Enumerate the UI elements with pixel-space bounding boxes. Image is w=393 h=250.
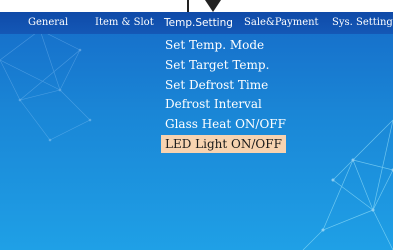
tab-sys-setting[interactable]: Sys. Setting (332, 12, 393, 34)
tab-item-slot[interactable]: Item & Slot (95, 12, 154, 34)
tab-general[interactable]: General (28, 12, 68, 34)
menu-item-set-defrost-time[interactable]: Set Defrost Time (161, 76, 321, 94)
menu-item-set-temp-mode[interactable]: Set Temp. Mode (161, 36, 321, 54)
network-pattern-decoration (0, 28, 92, 142)
menu-item-led-light[interactable]: LED Light ON/OFF (161, 134, 286, 153)
tab-bar: General Item & Slot Temp.Setting Sale&Pa… (0, 12, 393, 34)
pointer-arrow-icon (205, 0, 221, 12)
menu-item-set-target-temp[interactable]: Set Target Temp. (161, 56, 321, 74)
tab-temp-setting[interactable]: Temp.Setting (164, 12, 233, 34)
temp-setting-menu: Set Temp. Mode Set Target Temp. Set Defr… (161, 36, 321, 155)
tab-sale-payment[interactable]: Sale&Payment (244, 12, 319, 34)
menu-item-glass-heat[interactable]: Glass Heat ON/OFF (161, 115, 321, 133)
menu-item-defrost-interval[interactable]: Defrost Interval (161, 95, 321, 113)
top-strip (0, 0, 393, 12)
